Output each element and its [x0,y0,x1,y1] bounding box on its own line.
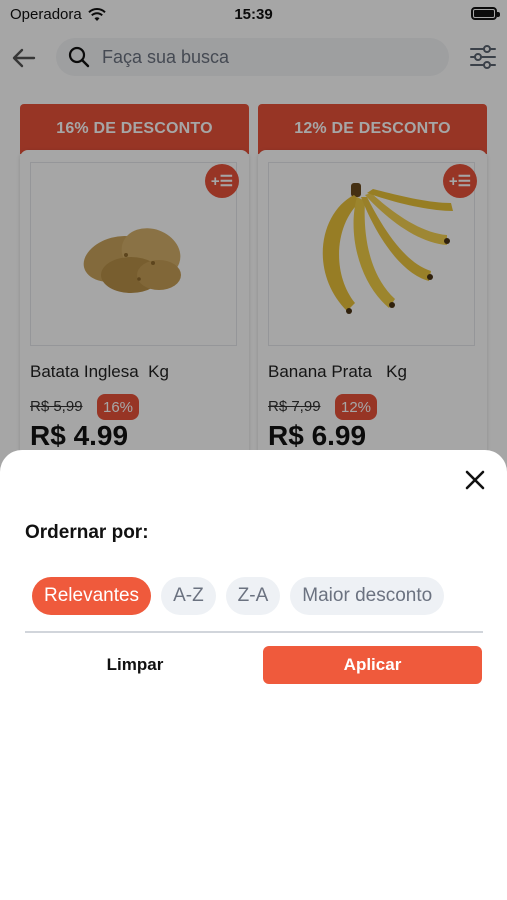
close-icon[interactable] [461,466,489,494]
divider [25,631,483,633]
clear-button[interactable]: Limpar [25,646,245,684]
sort-options: Relevantes A-Z Z-A Maior desconto [32,577,483,617]
sort-bottom-sheet: Ordernar por: Relevantes A-Z Z-A Maior desc… [0,450,507,900]
sort-option-a-z[interactable]: A-Z [161,577,216,615]
sort-option-relevantes[interactable]: Relevantes [32,577,152,615]
sort-title: Ordernar por: [25,522,149,543]
sort-option-maior-desconto[interactable]: Maior desconto [290,577,445,615]
apply-button[interactable]: Aplicar [263,646,482,684]
sort-option-z-a[interactable]: Z-A [225,577,281,615]
screen: Operadora 15:39 Faça sua busca 16% DE DE… [0,0,507,900]
